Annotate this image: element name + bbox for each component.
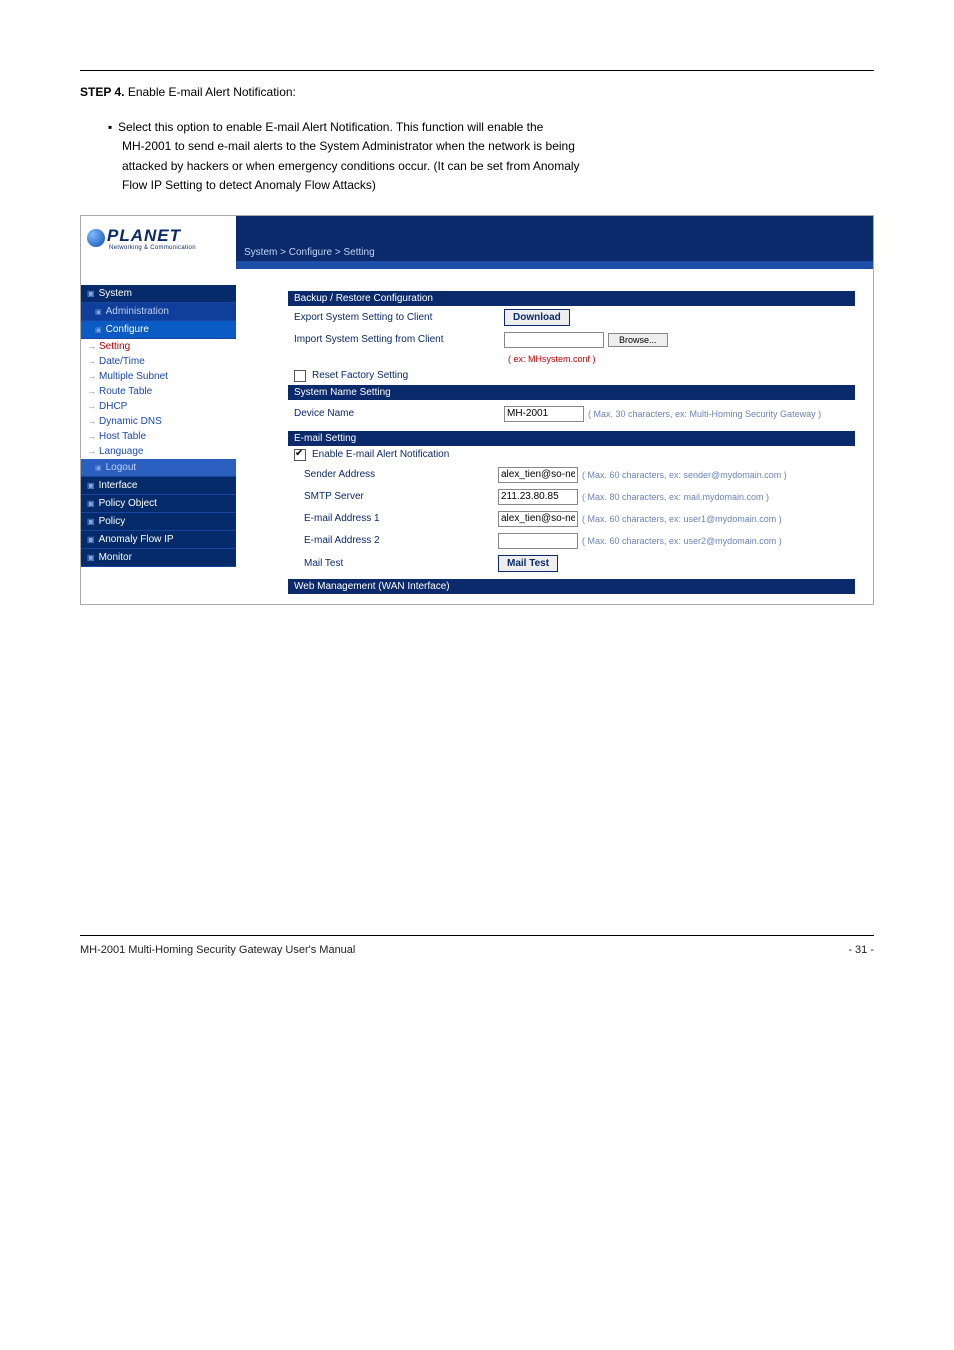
sidebar-item-route-table[interactable]: Route Table <box>81 384 236 399</box>
logo-area: PLANET Networking & Communication <box>81 216 236 263</box>
sidebar-item-setting[interactable]: Setting <box>81 339 236 354</box>
device-name-label: Device Name <box>294 408 504 419</box>
sidebar-item-logout[interactable]: Logout <box>81 459 236 477</box>
sidebar-item-anomaly-flow-ip[interactable]: Anomaly Flow IP <box>81 531 236 549</box>
reset-factory-checkbox[interactable] <box>294 370 306 382</box>
smtp-server-input[interactable] <box>498 489 578 505</box>
smtp-server-label: SMTP Server <box>304 491 498 502</box>
import-path-input[interactable] <box>504 332 604 348</box>
step-line: STEP 4. Enable E-mail Alert Notification… <box>80 83 874 102</box>
section-email-setting: E-mail Setting <box>288 431 855 446</box>
import-hint: ( ex: MHsystem.conf ) <box>508 354 596 364</box>
instruction-paragraph: ▪Select this option to enable E-mail Ale… <box>80 118 874 195</box>
sidebar-item-policy[interactable]: Policy <box>81 513 236 531</box>
screenshot-figure: PLANET Networking & Communication System… <box>80 215 874 605</box>
browse-button[interactable]: Browse... <box>608 333 668 347</box>
sidebar-item-language[interactable]: Language <box>81 444 236 459</box>
section-backup-restore: Backup / Restore Configuration <box>288 291 855 306</box>
sidebar-item-interface[interactable]: Interface <box>81 477 236 495</box>
export-label: Export System Setting to Client <box>294 312 504 323</box>
sender-address-hint: ( Max. 60 characters, ex: sender@mydomai… <box>582 470 787 480</box>
download-button[interactable]: Download <box>504 309 570 326</box>
sidebar-item-host-table[interactable]: Host Table <box>81 429 236 444</box>
import-label: Import System Setting from Client <box>294 334 504 345</box>
sender-address-input[interactable] <box>498 467 578 483</box>
section-system-name: System Name Setting <box>288 385 855 400</box>
sidebar-item-multiple-subnet[interactable]: Multiple Subnet <box>81 369 236 384</box>
section-web-management: Web Management (WAN Interface) <box>288 579 855 594</box>
email-addr1-hint: ( Max. 60 characters, ex: user1@mydomain… <box>582 514 782 524</box>
mail-test-button[interactable]: Mail Test <box>498 555 558 572</box>
enable-email-label: Enable E-mail Alert Notification <box>312 449 449 460</box>
sidebar-item-system[interactable]: System <box>81 285 236 303</box>
device-name-input[interactable] <box>504 406 584 422</box>
email-addr1-input[interactable] <box>498 511 578 527</box>
sidebar-item-dynamic-dns[interactable]: Dynamic DNS <box>81 414 236 429</box>
email-addr2-label: E-mail Address 2 <box>304 535 498 546</box>
sidebar-item-policy-object[interactable]: Policy Object <box>81 495 236 513</box>
sidebar-item-configure[interactable]: Configure <box>81 321 236 339</box>
email-addr2-hint: ( Max. 60 characters, ex: user2@mydomain… <box>582 536 782 546</box>
email-addr2-input[interactable] <box>498 533 578 549</box>
breadcrumb: System > Configure > Setting <box>236 246 873 261</box>
email-addr1-label: E-mail Address 1 <box>304 513 498 524</box>
sidebar-item-administration[interactable]: Administration <box>81 303 236 321</box>
enable-email-checkbox[interactable] <box>294 449 306 461</box>
sender-address-label: Sender Address <box>304 469 498 480</box>
device-name-hint: ( Max. 30 characters, ex: Multi-Homing S… <box>588 409 821 419</box>
footer-right: - 31 - <box>848 944 874 956</box>
footer-left: MH-2001 Multi-Homing Security Gateway Us… <box>80 944 355 956</box>
reset-factory-label: Reset Factory Setting <box>312 370 408 381</box>
mail-test-label: Mail Test <box>304 558 498 569</box>
sidebar-item-monitor[interactable]: Monitor <box>81 549 236 567</box>
sidebar-item-datetime[interactable]: Date/Time <box>81 354 236 369</box>
sidebar-item-dhcp[interactable]: DHCP <box>81 399 236 414</box>
smtp-server-hint: ( Max. 80 characters, ex: mail.mydomain.… <box>582 492 769 502</box>
